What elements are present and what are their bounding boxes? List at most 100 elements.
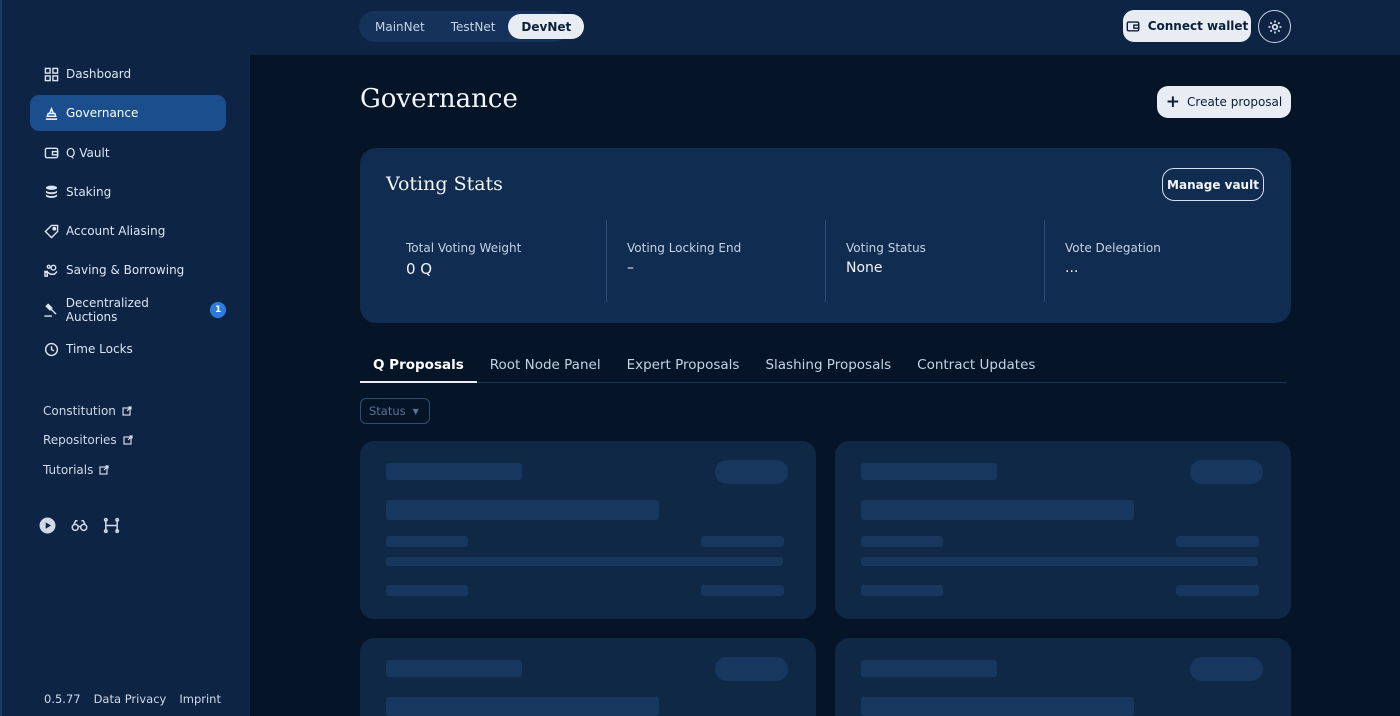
sidebar-item-label: Staking [66, 184, 112, 199]
proposal-tabs: Q Proposals Root Node Panel Expert Propo… [360, 353, 1286, 383]
network-testnet[interactable]: TestNet [438, 14, 509, 39]
coins-icon [43, 184, 59, 200]
stat-vote-delegation: Vote Delegation ... [1044, 220, 1264, 302]
status-filter-dropdown[interactable]: Status ▼ [360, 398, 430, 424]
link-label: Tutorials [43, 462, 94, 477]
skeleton-line [861, 463, 997, 480]
governance-icon [43, 105, 59, 121]
tab-expert-proposals[interactable]: Expert Proposals [614, 353, 753, 383]
sidebar-item-time-locks[interactable]: Time Locks [30, 331, 226, 367]
sidebar-item-label: Saving & Borrowing [66, 263, 185, 278]
imprint-link[interactable]: Imprint [179, 692, 221, 706]
sidebar-item-decentralized-auctions[interactable]: Decentralized Auctions 1 [30, 292, 226, 328]
connect-wallet-label: Connect wallet [1147, 19, 1249, 33]
hand-coin-icon [43, 262, 59, 278]
stat-label: Vote Delegation [1065, 241, 1161, 255]
skeleton-line [386, 500, 659, 520]
stat-label: Voting Status [846, 241, 926, 255]
stat-voting-status: Voting Status None [825, 220, 1045, 302]
manage-vault-button[interactable]: Manage vault [1162, 168, 1264, 201]
stat-value: None [846, 260, 883, 276]
skeleton-line [386, 536, 468, 547]
proposal-card-skeleton [360, 441, 816, 619]
tab-root-node-panel[interactable]: Root Node Panel [477, 353, 614, 383]
create-proposal-button[interactable]: + Create proposal [1157, 86, 1291, 118]
stat-total-voting-weight: Total Voting Weight 0 Q [386, 220, 606, 302]
skeleton-line [861, 500, 1134, 520]
data-privacy-link[interactable]: Data Privacy [94, 692, 167, 706]
page-title: Governance [360, 84, 518, 114]
sidebar-item-label: Time Locks [66, 342, 133, 357]
network-devnet[interactable]: DevNet [508, 14, 585, 39]
sidebar-item-governance[interactable]: Governance [30, 95, 226, 132]
social-links [38, 516, 120, 534]
tutorials-link[interactable]: Tutorials [43, 455, 133, 485]
sidebar-item-q-vault[interactable]: Q Vault [30, 135, 226, 171]
skeleton-line [1176, 585, 1259, 596]
skeleton-pill [715, 657, 788, 681]
link-label: Repositories [43, 433, 117, 448]
skeleton-line [386, 585, 468, 596]
play-icon[interactable] [38, 516, 56, 534]
constitution-link[interactable]: Constitution [43, 396, 133, 426]
dashboard-icon [43, 66, 59, 82]
voting-stats-title: Voting Stats [386, 173, 503, 195]
gavel-icon [43, 302, 59, 318]
skeleton-line [861, 660, 997, 677]
connect-wallet-button[interactable]: Connect wallet [1123, 10, 1251, 42]
tab-contract-updates[interactable]: Contract Updates [904, 353, 1048, 383]
link-label: Constitution [43, 403, 116, 418]
sidebar-links: Constitution Repositories Tutorials [43, 396, 133, 485]
binoculars-icon[interactable] [70, 516, 88, 534]
proposal-card-skeleton [835, 441, 1291, 619]
stat-value: 0 Q [406, 260, 433, 278]
chevron-down-icon: ▼ [412, 406, 419, 416]
sidebar-item-label: Decentralized Auctions [65, 295, 149, 324]
proposal-card-skeleton [360, 638, 816, 716]
sidebar-item-label: Dashboard [66, 67, 132, 81]
stat-label: Voting Locking End [627, 241, 742, 255]
skeleton-line [701, 536, 784, 547]
stat-value: – [627, 260, 634, 276]
skeleton-line [861, 557, 1258, 566]
sidebar: Dashboard Governance Q Vault Staking Acc… [0, 0, 250, 716]
notification-badge: 1 [210, 301, 226, 318]
stat-value: ... [1065, 260, 1079, 276]
skeleton-line [1176, 536, 1259, 547]
skeleton-pill [715, 460, 788, 484]
wallet-icon [1126, 21, 1140, 32]
skeleton-line [861, 585, 943, 596]
status-filter-label: Status [369, 404, 406, 418]
sidebar-item-label: Account Aliasing [66, 224, 166, 239]
skeleton-pill [1190, 460, 1263, 484]
repositories-link[interactable]: Repositories [43, 426, 133, 456]
tab-slashing-proposals[interactable]: Slashing Proposals [752, 353, 904, 383]
create-proposal-label: Create proposal [1187, 95, 1283, 109]
skeleton-line [386, 557, 783, 566]
plus-icon: + [1165, 92, 1181, 112]
voting-stats-card: Voting Stats Manage vault Total Voting W… [360, 148, 1291, 323]
app-version: 0.5.77 [44, 692, 81, 706]
external-link-icon [123, 435, 133, 445]
network-switcher: MainNet TestNet DevNet [359, 11, 585, 42]
external-link-icon [122, 406, 132, 416]
skeleton-line [861, 536, 943, 547]
sidebar-footer: 0.5.77 Data Privacy Imprint [44, 692, 221, 706]
sidebar-item-staking[interactable]: Staking [30, 174, 226, 210]
skeleton-line [701, 585, 784, 596]
sidebar-item-account-aliasing[interactable]: Account Aliasing [30, 213, 226, 249]
sidebar-nav: Dashboard Governance Q Vault Staking Acc… [30, 56, 226, 370]
clock-icon [43, 341, 59, 357]
skeleton-pill [1190, 657, 1263, 681]
gear-icon [1268, 20, 1281, 33]
network-mainnet[interactable]: MainNet [362, 14, 438, 39]
stat-label: Total Voting Weight [406, 241, 522, 255]
tag-icon [43, 223, 59, 239]
settings-button[interactable] [1258, 10, 1291, 43]
sidebar-item-dashboard[interactable]: Dashboard [30, 56, 226, 92]
skeleton-line [386, 463, 522, 480]
network-icon[interactable] [102, 516, 120, 534]
sidebar-item-label: Q Vault [66, 145, 110, 160]
tab-q-proposals[interactable]: Q Proposals [360, 353, 477, 383]
sidebar-item-saving-borrowing[interactable]: Saving & Borrowing [30, 252, 226, 288]
